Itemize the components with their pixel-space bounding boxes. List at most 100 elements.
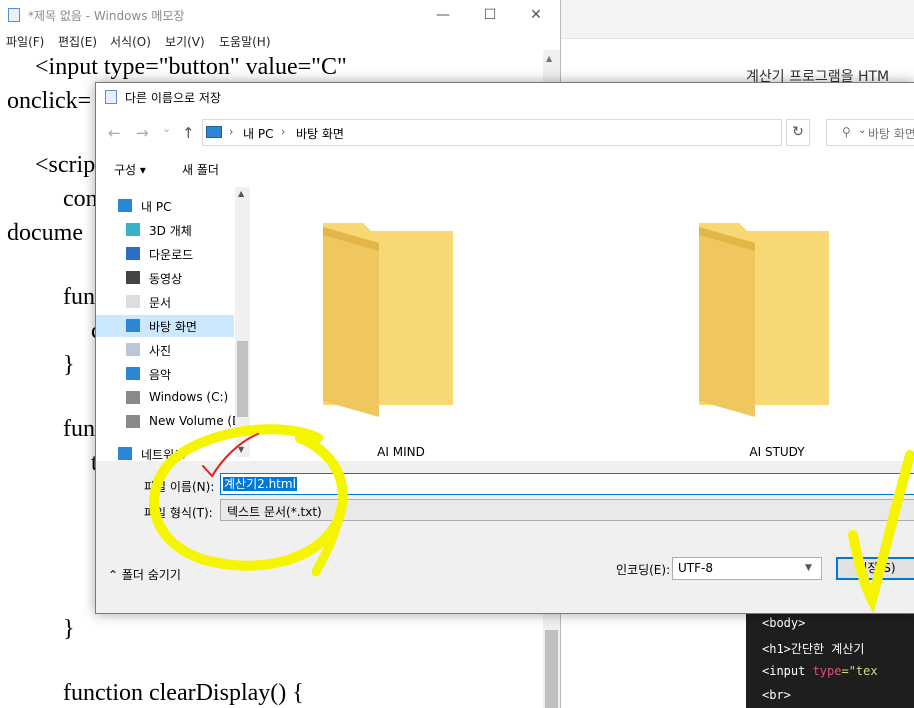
save-as-dialog: 다른 이름으로 저장 ← → ⌄ ↑ › 내 PC › 바탕 화면 ⌄ ↻ ⚲ … xyxy=(95,82,914,614)
filename-selection: 계산기2.html xyxy=(223,477,297,491)
filename-label: 파일 이름(N): xyxy=(144,480,215,494)
tree-item[interactable]: 음악 xyxy=(96,363,234,385)
notepad-icon xyxy=(105,90,117,104)
tree-item[interactable]: 동영상 xyxy=(96,267,234,289)
code-text: <input xyxy=(762,664,813,678)
desktop-icon xyxy=(126,319,140,332)
notepad-titlebar: *제목 없음 - Windows 메모장 — ☐ ✕ xyxy=(0,0,560,30)
folder-icon[interactable] xyxy=(319,217,459,417)
tree-item-label: 동영상 xyxy=(149,272,183,286)
code-line: <h1>간단한 계산기 xyxy=(762,640,864,657)
up-arrow-icon[interactable]: ↑ xyxy=(182,124,195,142)
document-icon xyxy=(126,295,140,308)
notepad-scroll-thumb[interactable] xyxy=(545,630,558,708)
navigation-pane: 내 PC 3D 개체다운로드동영상문서바탕 화면사진음악 Windows (C:) N… xyxy=(96,187,250,462)
tree-item[interactable]: New Volume (D xyxy=(96,411,241,433)
tree-item[interactable]: 내 PC xyxy=(96,195,234,217)
text-line: } xyxy=(63,352,75,378)
music-icon xyxy=(126,367,140,380)
organize-button[interactable]: 구성 ▾ xyxy=(114,161,146,178)
folder-label[interactable]: AI MIND xyxy=(321,445,481,459)
code-text: <h1>간단한 계산기 xyxy=(762,642,865,656)
scroll-up-icon[interactable]: ▲ xyxy=(546,54,552,63)
code-string: ="tex xyxy=(841,664,878,678)
save-options-panel: 파일 이름(N): 계산기2.html 파일 형식(T): 텍스트 문서(*.t… xyxy=(96,461,914,613)
tree-item[interactable]: Windows (C:) xyxy=(96,387,234,409)
folder-label[interactable]: AI STUDY xyxy=(697,445,857,459)
tree-item-label: 음악 xyxy=(149,368,172,382)
tree-item[interactable]: 3D 개체 xyxy=(96,219,234,241)
tree-item[interactable]: 바탕 화면 xyxy=(96,315,234,337)
recent-locations-icon[interactable]: ⌄ xyxy=(162,122,171,135)
hide-folders-button[interactable]: ⌃ 폴더 숨기기 xyxy=(108,566,181,583)
dialog-titlebar: 다른 이름으로 저장 xyxy=(96,83,914,111)
tree-item-label: 바탕 화면 xyxy=(149,320,197,334)
text-line: <scrip xyxy=(35,152,96,178)
folder-icon[interactable] xyxy=(695,217,835,417)
drive-icon xyxy=(126,391,140,404)
file-list: AI MIND AI STUDY xyxy=(253,187,914,459)
refresh-button[interactable]: ↻ xyxy=(786,119,810,146)
address-bar[interactable]: › 내 PC › 바탕 화면 ⌄ xyxy=(202,119,866,146)
encoding-label: 인코딩(E): xyxy=(616,563,671,577)
notepad-icon xyxy=(8,8,20,22)
menu-file[interactable]: 파일(F) xyxy=(6,33,44,50)
code-line: <input type="tex xyxy=(762,664,878,678)
pc-icon xyxy=(206,126,222,138)
new-folder-button[interactable]: 새 폴더 xyxy=(182,161,219,178)
text-line: docume xyxy=(7,220,83,246)
filetype-dropdown[interactable]: 텍스트 문서(*.txt) xyxy=(220,499,914,521)
tree-item[interactable]: 문서 xyxy=(96,291,234,313)
encoding-dropdown[interactable]: UTF-8 ▼ xyxy=(672,557,822,580)
code-attribute: type xyxy=(812,664,842,678)
pictures-icon xyxy=(126,343,140,356)
text-line: <input type="button" value="C" xyxy=(35,54,347,80)
forward-arrow-icon[interactable]: → xyxy=(136,124,149,142)
save-button[interactable]: 저장(S) xyxy=(836,557,914,580)
menu-view[interactable]: 보기(V) xyxy=(165,33,205,50)
menu-help[interactable]: 도움말(H) xyxy=(219,33,271,50)
search-placeholder: 바탕 화면 xyxy=(868,127,914,141)
menu-edit[interactable]: 편집(E) xyxy=(58,33,97,50)
notepad-title: *제목 없음 - Windows 메모장 xyxy=(28,9,185,23)
filename-input[interactable] xyxy=(220,473,914,495)
drive-icon xyxy=(126,415,140,428)
scroll-down-icon[interactable]: ▼ xyxy=(238,445,244,454)
background-toolbar xyxy=(560,0,914,39)
code-line: <br> xyxy=(762,688,791,702)
search-input[interactable]: ⚲ 바탕 화면 xyxy=(826,119,914,146)
tree-item[interactable]: 다운로드 xyxy=(96,243,234,265)
tree-item-label: 내 PC xyxy=(141,200,172,214)
text-line: function clearDisplay() { xyxy=(63,680,304,706)
tree-item-label: Windows (C:) xyxy=(149,390,229,404)
scroll-up-icon[interactable]: ▲ xyxy=(238,189,244,198)
menu-format[interactable]: 서식(O) xyxy=(110,33,151,50)
search-icon: ⚲ xyxy=(842,125,851,139)
encoding-value: UTF-8 xyxy=(678,561,713,575)
text-line: fun xyxy=(63,284,95,310)
text-line: onclick= xyxy=(7,88,92,114)
close-button[interactable]: ✕ xyxy=(513,0,559,30)
text-line: con xyxy=(63,186,98,212)
tree-item[interactable]: 사진 xyxy=(96,339,234,361)
video-icon xyxy=(126,271,140,284)
back-arrow-icon[interactable]: ← xyxy=(108,124,121,142)
minimize-button[interactable]: — xyxy=(420,0,466,30)
tree-item-label: 다운로드 xyxy=(149,248,194,262)
chevron-right-icon: › xyxy=(229,125,234,138)
3d-objects-icon xyxy=(126,223,140,236)
filetype-value: 텍스트 문서(*.txt) xyxy=(227,505,322,519)
breadcrumb-desktop[interactable]: 바탕 화면 xyxy=(296,125,344,142)
dialog-toolbar: 구성 ▾ 새 폴더 xyxy=(96,155,914,183)
download-icon xyxy=(126,247,140,260)
text-line: } xyxy=(63,616,75,642)
notepad-menubar: 파일(F) 편집(E) 서식(O) 보기(V) 도움말(H) xyxy=(0,30,560,50)
breadcrumb-pc[interactable]: 내 PC xyxy=(243,125,273,142)
navigation-scrollbar[interactable]: ▲ ▼ xyxy=(235,187,250,457)
chevron-right-icon: › xyxy=(281,125,286,138)
navigation-scroll-thumb[interactable] xyxy=(237,341,248,417)
tree-item-label: New Volume (D xyxy=(149,414,242,428)
filetype-label: 파일 형식(T): xyxy=(144,506,213,520)
maximize-button[interactable]: ☐ xyxy=(467,0,513,30)
code-block: <body> <h1>간단한 계산기 <input type="tex <br> xyxy=(746,612,914,708)
